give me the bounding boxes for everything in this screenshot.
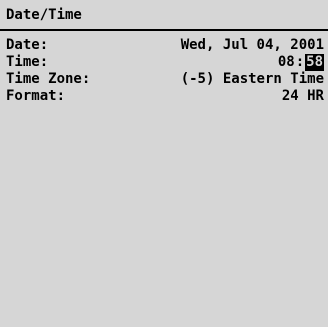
time-hour[interactable]: 08 xyxy=(278,54,295,71)
timezone-field-row: Time Zone: (-5) Eastern Time xyxy=(6,71,324,88)
time-minute-selected[interactable]: 58 xyxy=(305,54,324,71)
time-value[interactable]: 08 : 58 xyxy=(278,54,324,71)
format-field-row: Format: 24 HR xyxy=(6,88,324,105)
time-field-row: Time: 08 : 58 xyxy=(6,54,324,71)
format-value[interactable]: 24 HR xyxy=(282,88,324,105)
date-value[interactable]: Wed, Jul 04, 2001 xyxy=(181,37,324,54)
time-label: Time: xyxy=(6,54,49,70)
date-field-row: Date: Wed, Jul 04, 2001 xyxy=(6,37,324,54)
date-time-screen: Date/Time Date: Wed, Jul 04, 2001 Time: … xyxy=(0,0,328,327)
title-divider xyxy=(0,29,328,31)
screen-title: Date/Time xyxy=(6,7,82,23)
time-separator: : xyxy=(295,54,305,70)
timezone-value[interactable]: (-5) Eastern Time xyxy=(181,71,324,88)
timezone-label: Time Zone: xyxy=(6,71,91,87)
format-label: Format: xyxy=(6,88,66,104)
date-label: Date: xyxy=(6,37,49,53)
